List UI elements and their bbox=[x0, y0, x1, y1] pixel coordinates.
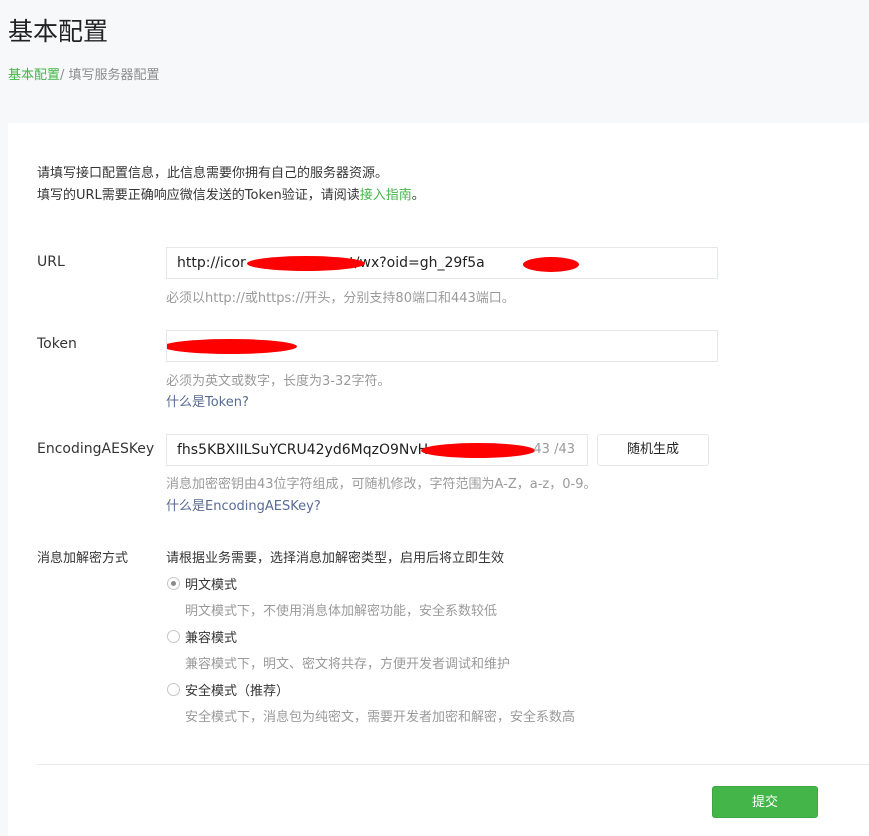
intro-line-1: 请填写接口配置信息，此信息需要你拥有自己的服务器资源。 bbox=[37, 166, 389, 181]
aes-key-counter: 43 /43 bbox=[533, 442, 575, 457]
submit-button[interactable]: 提交 bbox=[712, 786, 818, 818]
radio-plaintext-label: 明文模式 bbox=[185, 578, 238, 593]
radio-compatible-label: 兼容模式 bbox=[185, 631, 238, 646]
footer-divider bbox=[37, 764, 869, 765]
config-panel: 请填写接口配置信息，此信息需要你拥有自己的服务器资源。 填写的URL需要正确响应… bbox=[8, 123, 869, 836]
radio-secure-mode[interactable]: 安全模式（推荐） bbox=[167, 680, 289, 699]
token-tip: 必须为英文或数字，长度为3-32字符。 bbox=[166, 374, 391, 389]
radio-secure-circle[interactable] bbox=[167, 683, 180, 696]
url-redaction-mark bbox=[247, 256, 365, 271]
what-is-aes-key-link[interactable]: 什么是EncodingAESKey? bbox=[166, 495, 321, 514]
access-guide-link[interactable]: 接入指南 bbox=[360, 188, 412, 203]
what-is-token-link[interactable]: 什么是Token? bbox=[166, 391, 249, 410]
secure-mode-desc: 安全模式下，消息包为纯密文，需要开发者加密和解密，安全系数高 bbox=[185, 710, 576, 725]
aes-key-redaction-mark bbox=[421, 443, 535, 458]
encryption-mode-intro: 请根据业务需要，选择消息加解密类型，启用后将立即生效 bbox=[166, 551, 505, 566]
radio-secure-label: 安全模式（推荐） bbox=[185, 684, 290, 699]
intro-line-2: 填写的URL需要正确响应微信发送的Token验证，请阅读接入指南。 bbox=[37, 185, 425, 207]
encryption-mode-label: 消息加解密方式 bbox=[37, 551, 129, 566]
aes-key-tip: 消息加密密钥由43位字符组成，可随机修改，字符范围为A-Z，a-z，0-9。 bbox=[166, 477, 597, 492]
url-input[interactable]: http://icor net/wx?oid=gh_29f5a bbox=[166, 247, 718, 279]
token-input[interactable] bbox=[166, 330, 718, 362]
intro-line-2-text: 填写的URL需要正确响应微信发送的Token验证，请阅读 bbox=[37, 188, 360, 203]
url-tip: 必须以http://或https://开头，分别支持80端口和443端口。 bbox=[166, 291, 515, 306]
aes-key-input[interactable]: fhs5KBXIILSuYCRU42yd6MqzO9NvH 43 /43 bbox=[166, 434, 588, 466]
url-label: URL bbox=[37, 254, 65, 270]
token-label: Token bbox=[37, 336, 77, 352]
random-generate-button[interactable]: 随机生成 bbox=[597, 434, 709, 466]
aes-key-value: fhs5KBXIILSuYCRU42yd6MqzO9NvH bbox=[177, 442, 429, 458]
plaintext-mode-desc: 明文模式下，不使用消息体加解密功能，安全系数较低 bbox=[185, 604, 498, 619]
radio-compatible-mode[interactable]: 兼容模式 bbox=[167, 627, 237, 646]
intro-line-2-suffix: 。 bbox=[411, 188, 425, 203]
url-value-start: http://icor bbox=[177, 255, 246, 271]
aes-key-label: EncodingAESKey bbox=[37, 441, 155, 457]
breadcrumb-root-link[interactable]: 基本配置 bbox=[8, 68, 60, 83]
radio-plaintext-circle[interactable] bbox=[167, 577, 180, 590]
breadcrumb: 基本配置/ 填写服务器配置 bbox=[8, 64, 160, 83]
page-title: 基本配置 bbox=[8, 17, 109, 46]
radio-plaintext-mode[interactable]: 明文模式 bbox=[167, 574, 237, 593]
intro-text: 请填写接口配置信息，此信息需要你拥有自己的服务器资源。 填写的URL需要正确响应… bbox=[37, 163, 425, 207]
token-redaction-mark bbox=[167, 339, 297, 354]
radio-compatible-circle[interactable] bbox=[167, 630, 180, 643]
url-redaction-mark-2 bbox=[523, 257, 579, 272]
compatible-mode-desc: 兼容模式下，明文、密文将共存，方便开发者调试和维护 bbox=[185, 657, 511, 672]
breadcrumb-current: 填写服务器配置 bbox=[64, 68, 160, 83]
